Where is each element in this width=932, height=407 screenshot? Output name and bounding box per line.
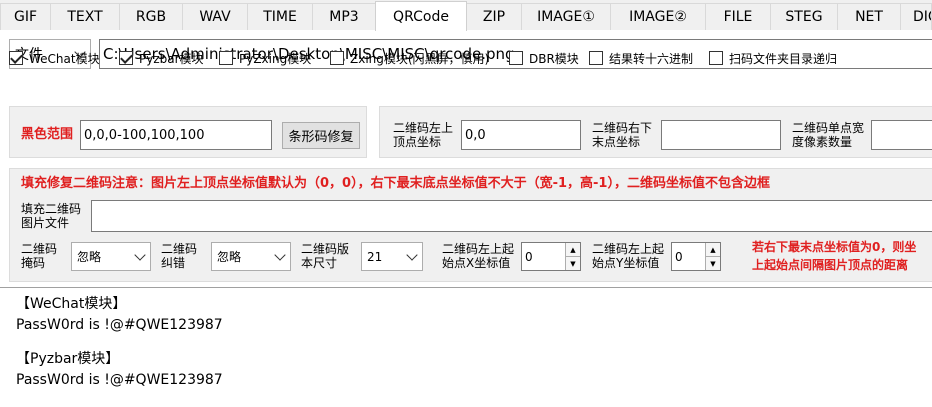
wechat-result-header: 【WeChat模块】 — [16, 296, 127, 312]
checkbox-checked-icon — [9, 51, 23, 65]
tab-image-2[interactable]: IMAGE② — [610, 3, 706, 30]
black-range-label: 黑色范围 — [21, 127, 74, 142]
top-left-coord-input[interactable]: 0,0 — [461, 120, 581, 150]
black-range-input[interactable]: 0,0,0-100,100,100 — [80, 120, 272, 150]
version-label: 二维码版 本尺寸 — [301, 242, 350, 270]
recursive-scan-checkbox[interactable]: 扫码文件夹目录递归 — [709, 50, 837, 66]
version-select[interactable]: 21 — [361, 242, 423, 271]
bottom-right-coord-input[interactable] — [661, 120, 781, 150]
tab-text[interactable]: TEXT — [50, 3, 120, 30]
barcode-repair-button[interactable]: 条形码修复 — [282, 122, 360, 149]
tab-rgb[interactable]: RGB — [119, 3, 183, 30]
hex-result-checkbox[interactable]: 结果转十六进制 — [589, 50, 693, 66]
start-x-stepper[interactable]: 0 ▲ ▼ — [521, 242, 581, 271]
zxing-checkbox[interactable]: Zxing模块(闪黑屏，慎用) — [330, 50, 489, 66]
pyzxing-checkbox[interactable]: PyZxing模块 — [219, 50, 311, 66]
result-output[interactable]: 【WeChat模块】 PassW0rd is !@#QWE123987 【Pyz… — [0, 287, 932, 407]
chevron-down-icon — [134, 248, 146, 261]
checkbox-checked-icon — [119, 51, 133, 65]
wechat-checkbox[interactable]: WeChat模块 — [9, 50, 100, 66]
checkbox-empty-icon — [219, 51, 233, 65]
tab-gif[interactable]: GIF — [0, 3, 51, 30]
tab-steg[interactable]: STEG — [770, 3, 838, 30]
tab-qrcode[interactable]: QRCode — [375, 1, 467, 31]
pyzbar-result-text: PassW0rd is !@#QWE123987 — [16, 372, 223, 388]
pyzbar-checkbox[interactable]: Pyzbar模块 — [119, 50, 204, 66]
tab-bar: GIF TEXT RGB WAV TIME MP3 QRCode ZIP IMA… — [0, 0, 932, 31]
stepper-down-icon[interactable]: ▼ — [706, 257, 720, 270]
top-left-label: 二维码左上 顶点坐标 — [393, 121, 454, 149]
fill-repair-notice: 填充修复二维码注意：图片左上顶点坐标值默认为（0，0），右下最末底点坐标值不大于… — [21, 176, 770, 191]
chevron-down-icon — [406, 248, 418, 261]
ecc-select[interactable]: 忽略 — [211, 242, 291, 271]
wechat-result-text: PassW0rd is !@#QWE123987 — [16, 317, 223, 333]
pyzbar-result-header: 【Pyzbar模块】 — [16, 351, 120, 367]
tab-net[interactable]: NET — [837, 3, 901, 30]
checkbox-empty-icon — [589, 51, 603, 65]
start-x-label: 二维码左上起 始点X坐标值 — [442, 242, 515, 270]
tab-file[interactable]: FILE — [705, 3, 771, 30]
stepper-down-icon[interactable]: ▼ — [566, 257, 580, 270]
ecc-label: 二维码 纠错 — [161, 242, 198, 270]
checkbox-empty-icon — [330, 51, 344, 65]
checkbox-empty-icon — [709, 51, 723, 65]
chevron-down-icon — [274, 248, 286, 261]
tab-mp3[interactable]: MP3 — [312, 3, 376, 30]
tab-time[interactable]: TIME — [247, 3, 313, 30]
start-y-label: 二维码左上起 始点Y坐标值 — [592, 242, 665, 270]
tab-zip[interactable]: ZIP — [466, 3, 522, 30]
fill-file-label: 填充二维码 图片文件 — [21, 202, 82, 230]
bottom-right-label: 二维码右下 末点坐标 — [592, 121, 653, 149]
dbr-checkbox[interactable]: DBR模块 — [509, 50, 579, 66]
start-y-stepper[interactable]: 0 ▲ ▼ — [671, 242, 721, 271]
mask-select[interactable]: 忽略 — [71, 242, 151, 271]
pixel-width-input[interactable] — [871, 120, 932, 150]
fill-file-input[interactable] — [91, 200, 932, 232]
pixel-width-label: 二维码单点宽 度像素数量 — [792, 121, 865, 149]
checkbox-empty-icon — [509, 51, 523, 65]
tab-image-1[interactable]: IMAGE① — [521, 3, 611, 30]
stepper-up-icon[interactable]: ▲ — [706, 243, 720, 257]
stepper-up-icon[interactable]: ▲ — [566, 243, 580, 257]
tab-wav[interactable]: WAV — [182, 3, 248, 30]
tab-dic[interactable]: DIC — [900, 3, 932, 30]
mask-label: 二维码 掩码 — [21, 242, 58, 270]
coord-hint: 若右下最末点坐标值为0，则坐 上起始点间隔图片顶点的距离 — [752, 240, 917, 272]
